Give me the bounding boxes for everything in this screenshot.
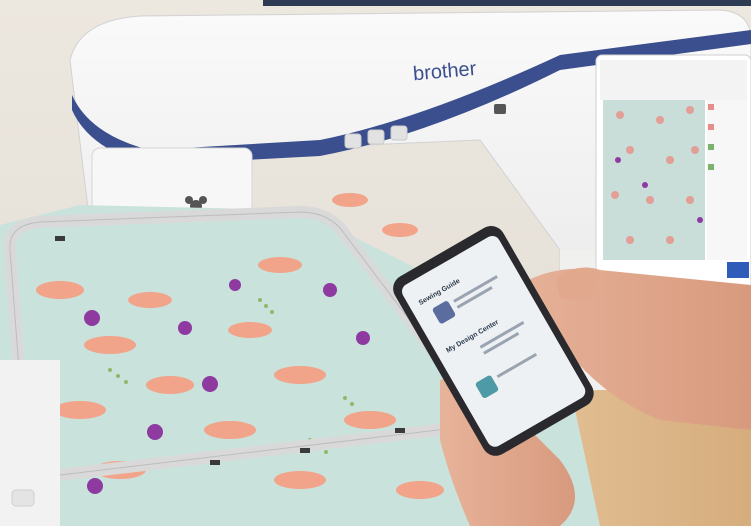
mode-button[interactable]	[494, 104, 506, 114]
top-dark-strip	[263, 0, 751, 6]
lcd-button[interactable]	[727, 262, 749, 278]
lcd-screen[interactable]	[595, 54, 751, 296]
lcd-preview	[603, 100, 705, 260]
embroidery-scene: brother Sewing Guide My Design Center	[0, 0, 751, 526]
lcd-toolbar	[600, 60, 747, 100]
